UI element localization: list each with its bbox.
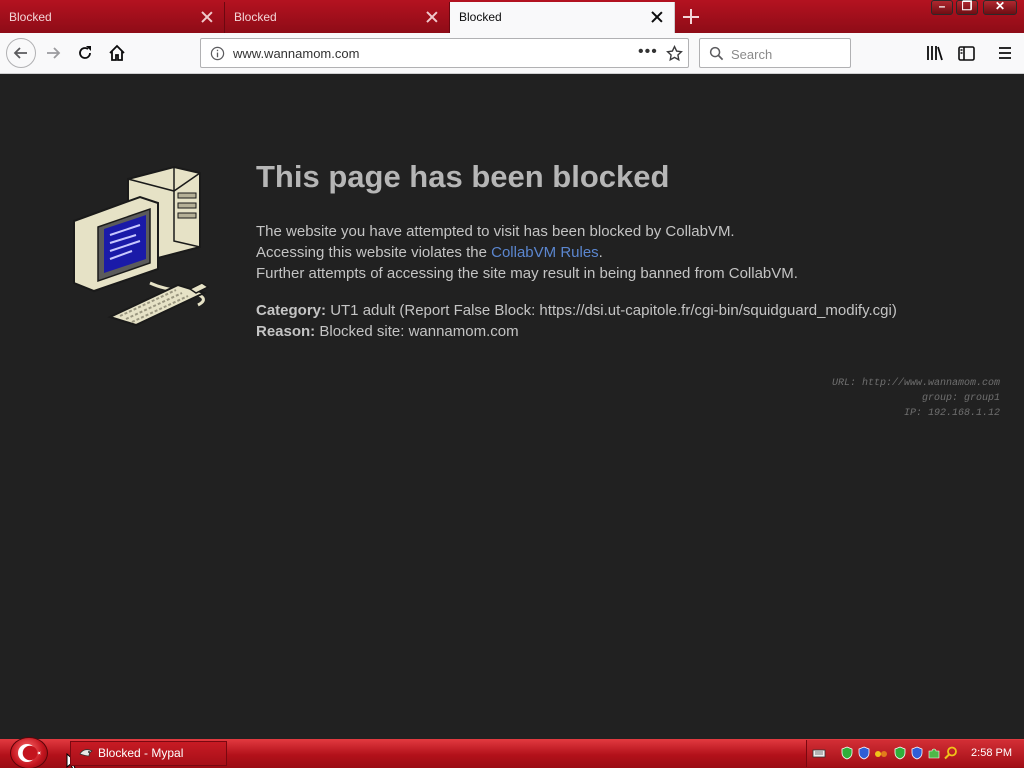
tab-bar: Blocked Blocked Blocked – ❐ ✕ bbox=[0, 0, 1024, 33]
debug-url: URL: http://www.wannamom.com bbox=[831, 378, 1000, 389]
shield-green-icon[interactable] bbox=[840, 746, 854, 760]
line2-suffix: . bbox=[598, 244, 603, 261]
minimize-button[interactable]: – bbox=[931, 0, 953, 15]
taskbar-item-mypal[interactable]: Blocked - Mypal bbox=[70, 741, 227, 766]
menu-button[interactable] bbox=[991, 39, 1019, 67]
search-bar[interactable]: Search bbox=[699, 38, 851, 68]
minimize-icon: – bbox=[938, 0, 946, 13]
search-placeholder: Search bbox=[731, 47, 773, 62]
back-arrow-icon bbox=[13, 47, 27, 59]
close-tab-icon[interactable] bbox=[200, 10, 214, 24]
navigation-toolbar: www.wannamom.com ••• Search bbox=[0, 33, 1024, 74]
block-message-line3: Further attempts of accessing the site m… bbox=[256, 265, 798, 282]
shield-blue-2-icon[interactable] bbox=[910, 746, 924, 760]
tab-label: Blocked bbox=[459, 10, 502, 24]
tab-blocked-1[interactable]: Blocked bbox=[0, 2, 225, 33]
home-button[interactable] bbox=[103, 39, 131, 67]
magnifier-tray-icon[interactable] bbox=[944, 746, 958, 760]
collabvm-rules-link[interactable]: CollabVM Rules bbox=[491, 244, 599, 261]
library-icon bbox=[927, 46, 943, 61]
keyboard-tray-icon[interactable] bbox=[812, 746, 826, 760]
library-button[interactable] bbox=[921, 39, 949, 67]
network-tray-icon[interactable] bbox=[874, 746, 888, 760]
restore-button[interactable]: ❐ bbox=[956, 0, 978, 15]
url-bar[interactable]: www.wannamom.com ••• bbox=[200, 38, 689, 68]
crescent-logo-icon bbox=[18, 744, 41, 762]
home-icon bbox=[109, 44, 125, 61]
tab-label: Blocked bbox=[234, 10, 277, 24]
close-icon: ✕ bbox=[994, 0, 1006, 13]
category-value: UT1 adult (Report False Block: https://d… bbox=[330, 302, 897, 319]
search-icon bbox=[709, 46, 724, 61]
tab-blocked-active[interactable]: Blocked bbox=[450, 2, 675, 33]
close-tab-icon[interactable] bbox=[650, 10, 664, 24]
mypal-browser-icon bbox=[79, 749, 93, 757]
sidebar-icon bbox=[957, 45, 975, 61]
page-actions-icon[interactable]: ••• bbox=[638, 43, 658, 61]
sidebar-toggle-button[interactable] bbox=[952, 39, 980, 67]
page-title: This page has been blocked bbox=[256, 159, 670, 194]
line2-prefix: Accessing this website violates the bbox=[256, 244, 492, 261]
taskbar: Blocked - Mypal 2:58 PM bbox=[0, 737, 1024, 768]
reason-value: Blocked site: wannamom.com bbox=[319, 323, 519, 340]
bookmark-star-icon[interactable] bbox=[666, 45, 683, 62]
block-message-line1: The website you have attempted to visit … bbox=[256, 223, 735, 240]
block-message-line2: Accessing this website violates the Coll… bbox=[256, 244, 603, 261]
back-button[interactable] bbox=[6, 38, 36, 68]
start-button[interactable] bbox=[10, 737, 48, 768]
forward-arrow-icon bbox=[47, 47, 61, 59]
restore-icon: ❐ bbox=[961, 0, 973, 13]
reason-row: Reason: Blocked site: wannamom.com bbox=[256, 323, 519, 340]
hamburger-menu-icon bbox=[999, 47, 1011, 59]
close-window-button[interactable]: ✕ bbox=[983, 0, 1017, 15]
forward-button[interactable] bbox=[39, 39, 67, 67]
reload-icon bbox=[79, 46, 91, 59]
category-label: Category: bbox=[256, 302, 327, 319]
tab-blocked-2[interactable]: Blocked bbox=[225, 2, 450, 33]
page-content: This page has been blocked The website y… bbox=[0, 75, 1024, 739]
reload-button[interactable] bbox=[71, 39, 99, 67]
new-tab-plus-icon[interactable] bbox=[680, 6, 702, 28]
shield-blue-icon[interactable] bbox=[857, 746, 871, 760]
system-tray: 2:58 PM bbox=[806, 740, 1024, 767]
taskbar-clock[interactable]: 2:58 PM bbox=[971, 747, 1012, 759]
url-text[interactable]: www.wannamom.com bbox=[233, 46, 359, 61]
reason-label: Reason: bbox=[256, 323, 316, 340]
debug-group: group: group1 bbox=[921, 393, 1000, 404]
info-icon[interactable] bbox=[210, 46, 225, 61]
tab-label: Blocked bbox=[9, 10, 52, 24]
debug-ip: IP: 192.168.1.12 bbox=[903, 408, 1000, 419]
computer-illustration-icon bbox=[73, 165, 210, 327]
taskbar-item-label: Blocked - Mypal bbox=[98, 746, 184, 760]
puzzle-tray-icon[interactable] bbox=[927, 746, 941, 760]
close-tab-icon[interactable] bbox=[425, 10, 439, 24]
shield-green-2-icon[interactable] bbox=[893, 746, 907, 760]
category-row: Category: UT1 adult (Report False Block:… bbox=[256, 302, 897, 319]
